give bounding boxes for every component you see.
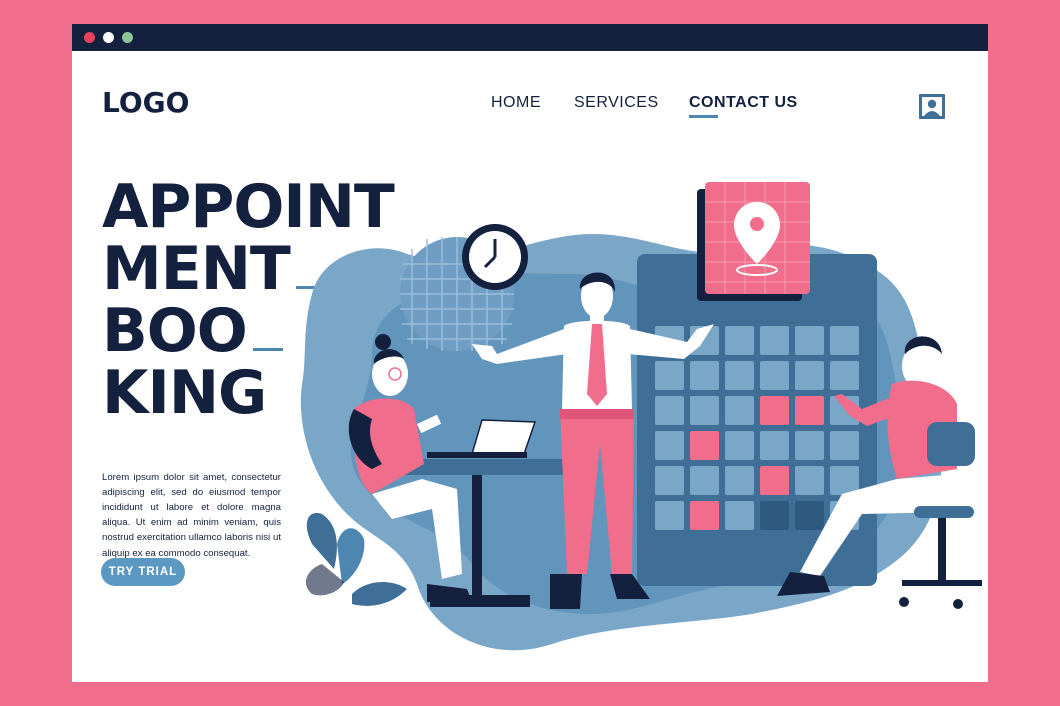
map-pin-icon bbox=[697, 182, 810, 301]
calendar-day-cell bbox=[655, 396, 684, 425]
calendar-day-cell bbox=[760, 326, 789, 355]
calendar-day-cell bbox=[725, 431, 754, 460]
calendar-day-cell bbox=[830, 326, 859, 355]
calendar-day-cell bbox=[760, 501, 789, 530]
calendar-day-cell bbox=[690, 466, 719, 495]
calendar-day-cell bbox=[830, 431, 859, 460]
calendar-day-cell bbox=[760, 431, 789, 460]
calendar-day-cell bbox=[725, 326, 754, 355]
calendar-day-cell bbox=[795, 361, 824, 390]
calendar-day-cell bbox=[795, 431, 824, 460]
calendar-day-cell bbox=[690, 361, 719, 390]
calendar-day-cell bbox=[690, 396, 719, 425]
browser-window: LOGO HOME SERVICES CONTACT US APPOINT ME… bbox=[72, 24, 988, 682]
calendar-day-cell bbox=[760, 361, 789, 390]
calendar-day-cell bbox=[795, 501, 824, 530]
calendar-day-cell bbox=[830, 361, 859, 390]
calendar-day-cell bbox=[760, 466, 789, 495]
calendar-day-cell bbox=[690, 501, 719, 530]
calendar-day-cell bbox=[690, 431, 719, 460]
calendar-day-cell bbox=[725, 361, 754, 390]
calendar-day-cell bbox=[655, 501, 684, 530]
clock-icon bbox=[462, 224, 528, 290]
calendar-day-cell bbox=[655, 431, 684, 460]
calendar-day-cell bbox=[760, 396, 789, 425]
appointment-illustration bbox=[300, 182, 982, 651]
calendar-day-cell bbox=[725, 396, 754, 425]
calendar-day-cell bbox=[655, 361, 684, 390]
calendar-day-cell bbox=[795, 396, 824, 425]
calendar-day-cell bbox=[655, 466, 684, 495]
calendar-day-cell bbox=[795, 466, 824, 495]
calendar-day-cell bbox=[725, 501, 754, 530]
calendar-day-cell bbox=[795, 326, 824, 355]
calendar-day-cell bbox=[725, 466, 754, 495]
